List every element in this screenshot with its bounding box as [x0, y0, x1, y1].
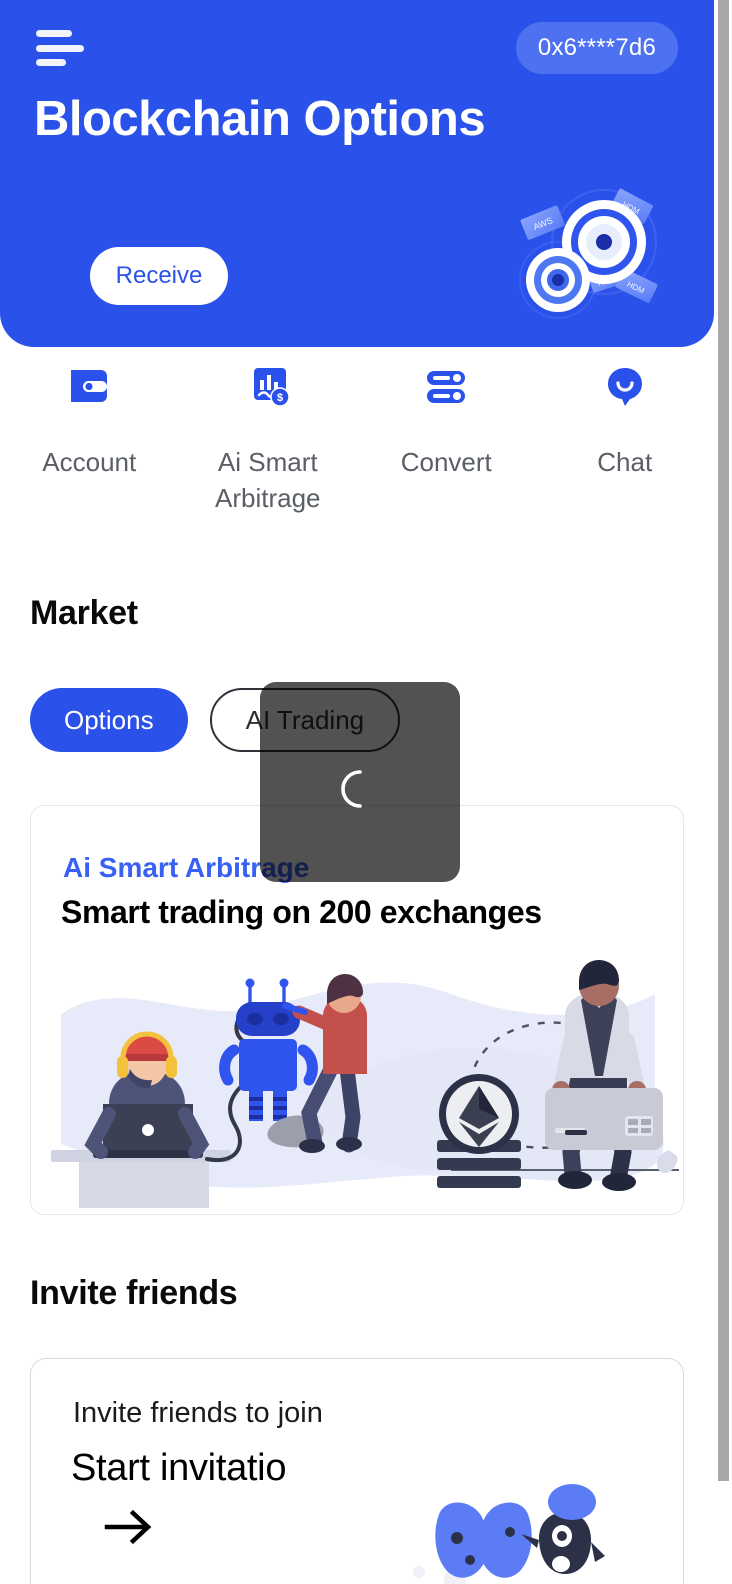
hero-header: 0x6****7d6 Blockchain Options Receive AW… [0, 0, 714, 347]
scrollbar-track[interactable] [714, 0, 732, 1584]
tab-options[interactable]: Options [30, 688, 188, 752]
hamburger-line [36, 59, 66, 66]
quick-action-ai-smart-arbitrage[interactable]: $ Ai Smart Arbitrage [179, 360, 358, 517]
quick-action-convert[interactable]: Convert [357, 360, 536, 517]
arbitrage-illustration [31, 954, 683, 1214]
hamburger-line [36, 44, 84, 52]
page-title: Blockchain Options [34, 92, 486, 146]
arrow-right-icon[interactable] [101, 1505, 157, 1549]
invite-section-title: Invite friends [30, 1274, 238, 1312]
chart-dollar-icon: $ [242, 360, 294, 412]
invite-subtitle: Invite friends to join [73, 1397, 323, 1429]
quick-action-account[interactable]: Account [0, 360, 179, 517]
card-headline: Smart trading on 200 exchanges [61, 894, 542, 930]
quick-action-label: Convert [400, 447, 492, 477]
chat-bubble-icon [599, 360, 651, 412]
quick-actions-row: Account $ Ai Smart Arbitrage Convert Cha… [0, 360, 714, 517]
scrollbar-thumb[interactable] [718, 0, 729, 1481]
invite-headline: Start invitatio [71, 1447, 287, 1489]
quick-action-label: Account [42, 447, 137, 477]
hero-topbar: 0x6****7d6 [0, 0, 714, 92]
svg-text:$: $ [277, 392, 283, 404]
quick-action-label: Ai Smart Arbitrage [215, 447, 321, 513]
loading-overlay [260, 682, 460, 882]
receive-button[interactable]: Receive [90, 247, 228, 305]
quick-action-chat[interactable]: Chat [536, 360, 715, 517]
quick-action-label: Chat [597, 447, 653, 477]
wallet-address-badge[interactable]: 0x6****7d6 [515, 22, 678, 74]
sliders-icon [420, 360, 472, 412]
invite-illustration [409, 1476, 659, 1584]
market-section-title: Market [30, 594, 138, 632]
loading-spinner-icon [337, 766, 383, 812]
wallet-icon [63, 360, 115, 412]
hamburger-line [36, 30, 72, 37]
hamburger-menu-icon[interactable] [36, 30, 84, 66]
app-root: 0x6****7d6 Blockchain Options Receive AW… [0, 0, 732, 1584]
invite-friends-card[interactable]: Invite friends to join Start invitatio [30, 1358, 684, 1584]
hero-network-illustration: AWS HDM HDM HDM [492, 180, 682, 330]
